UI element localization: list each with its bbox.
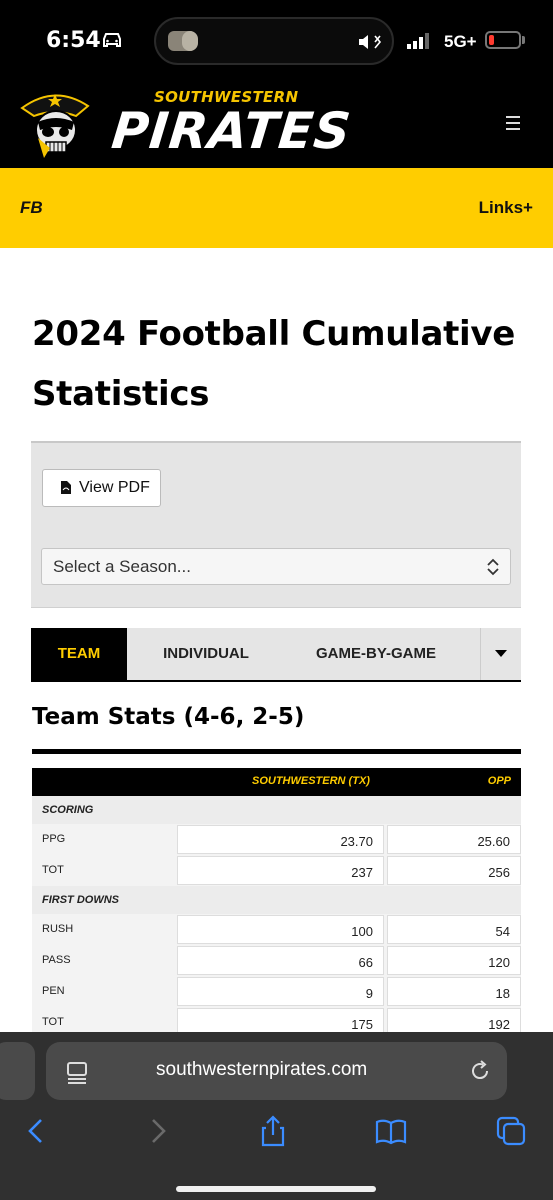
- previous-tab-preview[interactable]: [0, 1042, 35, 1100]
- share-icon[interactable]: [256, 1114, 290, 1148]
- row-label: TOT: [42, 1016, 64, 1028]
- tab-individual[interactable]: INDIVIDUAL: [141, 628, 271, 680]
- tabs-more-chevron-down-icon[interactable]: [480, 628, 521, 680]
- group-row-first-downs: FIRST DOWNS: [32, 886, 521, 914]
- select-chevrons-icon: [487, 558, 499, 576]
- row-label: PPG: [42, 833, 66, 845]
- car-icon: [103, 33, 121, 47]
- table-header-row: SOUTHWESTERN (TX) OPP: [32, 768, 521, 796]
- pdf-file-icon: [61, 481, 71, 494]
- team-stats-table: SOUTHWESTERN (TX) OPP SCORING PPG 23.70 …: [32, 768, 521, 1038]
- url-text: southwesternpirates.com: [156, 1059, 368, 1080]
- tab-team[interactable]: TEAM: [31, 628, 127, 680]
- page-menu-icon[interactable]: [66, 1060, 88, 1084]
- group-label: SCORING: [42, 804, 94, 816]
- season-select[interactable]: Select a Season...: [41, 548, 511, 585]
- sport-subnav: FB Links+: [0, 168, 553, 248]
- opp-value: 120: [488, 955, 510, 970]
- season-select-value: Select a Season...: [53, 557, 191, 576]
- site-header: SOUTHWESTERN PIRATES: [0, 80, 553, 168]
- row-label: PASS: [42, 954, 71, 966]
- opp-value: 256: [488, 865, 510, 880]
- opp-value: 192: [488, 1017, 510, 1032]
- reload-icon[interactable]: [468, 1059, 492, 1083]
- mute-icon: [359, 35, 382, 49]
- southwestern-value: 175: [351, 1017, 373, 1032]
- table-row: PEN 9 18: [32, 976, 521, 1007]
- team-stats-title: Team Stats (4-6, 2-5): [32, 704, 305, 730]
- group-label: FIRST DOWNS: [42, 894, 119, 906]
- table-row: PASS 66 120: [32, 945, 521, 976]
- column-header-opp[interactable]: OPP: [488, 775, 511, 787]
- southwestern-value: 9: [365, 986, 373, 1001]
- back-icon[interactable]: [20, 1114, 54, 1148]
- view-pdf-button[interactable]: View PDF: [42, 469, 161, 507]
- links-menu-button[interactable]: Links+: [479, 198, 533, 218]
- section-divider: [32, 749, 521, 754]
- table-row: TOT 237 256: [32, 855, 521, 886]
- dynamic-island[interactable]: [154, 17, 394, 65]
- stats-tabs: TEAM INDIVIDUAL GAME-BY-GAME: [31, 628, 521, 682]
- browser-toolbar: southwesternpirates.com: [0, 1032, 553, 1200]
- row-label: RUSH: [42, 923, 74, 935]
- forward-icon[interactable]: [140, 1114, 174, 1148]
- logo-wordmark-main: PIRATES: [108, 102, 354, 160]
- opp-value: 18: [495, 986, 510, 1001]
- column-header-southwestern[interactable]: SOUTHWESTERN (TX): [252, 775, 370, 787]
- opp-value: 54: [495, 924, 510, 939]
- row-label: TOT: [42, 864, 64, 876]
- now-playing-avatar: [182, 31, 198, 51]
- address-bar[interactable]: southwesternpirates.com: [46, 1042, 507, 1100]
- southwestern-value: 100: [351, 924, 373, 939]
- view-pdf-label: View PDF: [79, 479, 150, 496]
- network-label: 5G+: [444, 32, 477, 51]
- page-title: 2024 Football Cumulative Statistics: [32, 314, 516, 414]
- status-time: 6:54: [46, 28, 101, 53]
- tabs-icon[interactable]: [494, 1114, 528, 1148]
- southwestern-value: 237: [351, 865, 373, 880]
- opp-value: 25.60: [477, 834, 510, 849]
- home-indicator[interactable]: [176, 1186, 376, 1192]
- cellular-signal-icon: [407, 33, 429, 49]
- bookmarks-icon[interactable]: [374, 1114, 408, 1148]
- southwestern-value: 23.70: [340, 834, 373, 849]
- group-row-scoring: SCORING: [32, 796, 521, 824]
- table-row: PPG 23.70 25.60: [32, 824, 521, 855]
- sport-label[interactable]: FB: [20, 198, 43, 218]
- hamburger-menu-icon[interactable]: [500, 112, 526, 136]
- table-row: RUSH 100 54: [32, 914, 521, 945]
- row-label: PEN: [42, 985, 65, 997]
- tab-game-by-game[interactable]: GAME-BY-GAME: [291, 628, 461, 680]
- status-bar: 6:54 5G+: [0, 0, 553, 80]
- stats-controls: View PDF Select a Season...: [31, 441, 521, 608]
- southwestern-value: 66: [358, 955, 373, 970]
- battery-icon: [485, 31, 521, 49]
- pirate-skull-logo-icon[interactable]: [16, 86, 94, 162]
